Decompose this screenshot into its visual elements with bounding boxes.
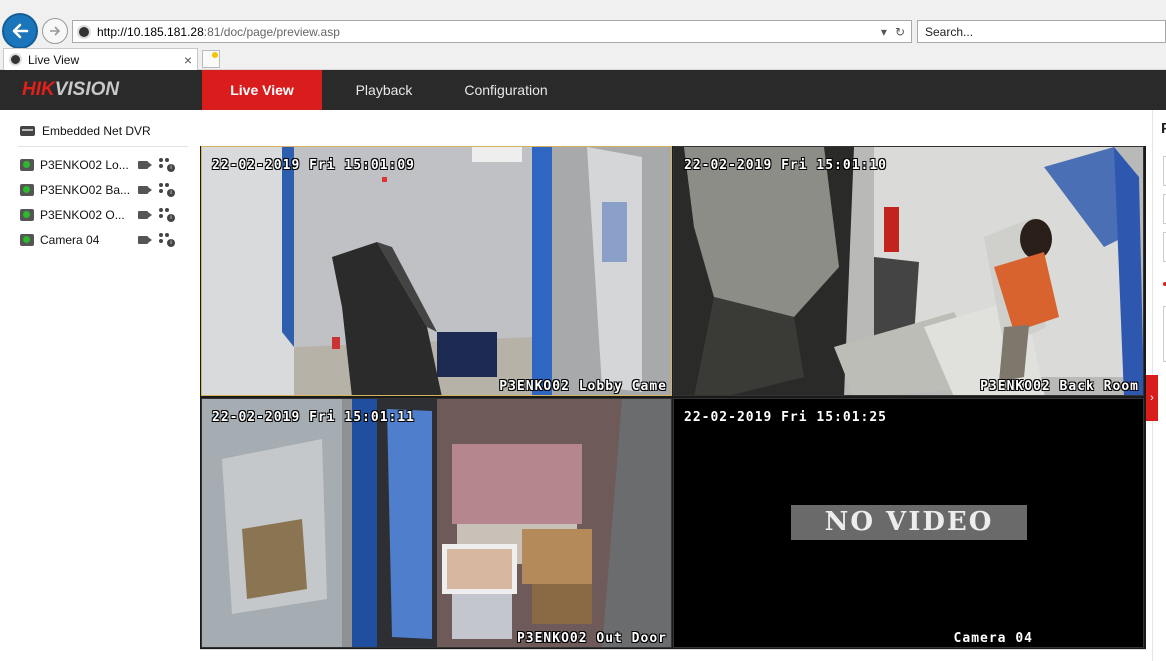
app-header: HIKVISION Live View Playback Configurati… [0,70,1166,110]
record-icon[interactable] [138,235,152,245]
video-window-3[interactable]: 22-02-2019 Fri 15:01:11 P3ENKO02 Out Doo… [201,398,672,648]
camera-item-4[interactable]: Camera 04 i [20,227,180,252]
camera-item-2[interactable]: P3ENKO02 Ba... i [20,177,180,202]
hikvision-logo: HIKVISION [22,79,120,100]
camera-icon [20,158,34,171]
video-window-2[interactable]: 22-02-2019 Fri 15:01:10 P3ENKO02 Back Ro… [673,146,1144,396]
osd-timestamp: 22-02-2019 Fri 15:01:11 [212,410,416,425]
browser-forward-button[interactable] [42,18,68,44]
record-icon[interactable] [138,210,152,220]
panel-divider [18,146,188,147]
main-nav: Live View Playback Configuration [202,70,566,110]
device-node-dvr[interactable]: Embedded Net DVR [20,124,151,138]
browser-chrome: http://10.185.181.28:81/doc/page/preview… [0,0,1166,70]
ptz-info-icon[interactable]: i [159,182,175,197]
video-window-4[interactable]: 22-02-2019 Fri 15:01:25 NO VIDEO Camera … [673,398,1144,648]
arrow-left-icon [12,23,29,39]
camera-list: P3ENKO02 Lo... i P3ENKO02 Ba... i P3ENKO… [20,152,180,252]
osd-timestamp: 22-02-2019 Fri 15:01:09 [212,158,416,173]
dropdown-arrow-icon[interactable]: ▾ [881,25,887,39]
osd-channel-name: P3ENKO02 Out Door [516,631,667,646]
ptz-info-icon[interactable]: i [159,207,175,222]
camera-label: P3ENKO02 O... [40,207,125,222]
camera-feed-back-room [674,147,1143,395]
site-favicon-icon [77,24,91,39]
panel-collapse-button[interactable]: › [1146,375,1158,421]
osd-timestamp: 22-02-2019 Fri 15:01:25 [684,410,888,425]
camera-label: P3ENKO02 Ba... [40,182,131,197]
tab-favicon-icon [9,53,22,66]
new-tab-button[interactable] [202,50,220,68]
camera-item-3[interactable]: P3ENKO02 O... i [20,202,180,227]
ptz-info-icon[interactable]: i [159,232,175,247]
ptz-panel-title: P [1161,120,1166,137]
nav-playback[interactable]: Playback [322,70,446,110]
search-input[interactable]: Search... [917,20,1166,43]
video-window-1[interactable]: 22-02-2019 Fri 15:01:09 P3ENKO02 Lobby C… [201,146,672,396]
close-tab-icon[interactable]: × [184,52,192,68]
browser-tab-live-view[interactable]: Live View × [3,48,198,70]
device-tree-panel: Embedded Net DVR P3ENKO02 Lo... i P3ENKO… [0,110,195,661]
camera-label: Camera 04 [40,232,100,247]
record-icon[interactable] [138,185,152,195]
osd-channel-name: P3ENKO02 Back Room [980,379,1139,394]
live-view-toolbar [200,649,1146,661]
camera-icon [20,183,34,196]
camera-feed-lobby [202,147,671,395]
nav-live-view[interactable]: Live View [202,70,322,110]
osd-timestamp: 22-02-2019 Fri 15:01:10 [684,158,888,173]
osd-channel-name: Camera 04 [953,631,1033,646]
arrow-right-icon [50,26,61,36]
browser-back-button[interactable] [2,13,38,49]
address-url[interactable]: http://10.185.181.28:81/doc/page/preview… [97,25,881,39]
no-video-banner: NO VIDEO [791,505,1027,540]
address-bar[interactable]: http://10.185.181.28:81/doc/page/preview… [72,20,912,43]
nav-configuration[interactable]: Configuration [446,70,566,110]
device-name: Embedded Net DVR [42,124,151,138]
osd-channel-name: P3ENKO02 Lobby Came [499,379,667,394]
camera-feed-out-door [202,399,671,647]
record-icon[interactable] [138,160,152,170]
camera-label: P3ENKO02 Lo... [40,157,129,172]
refresh-icon[interactable]: ↻ [895,25,905,39]
camera-item-1[interactable]: P3ENKO02 Lo... i [20,152,180,177]
ptz-info-icon[interactable]: i [159,157,175,172]
live-view-grid: 22-02-2019 Fri 15:01:09 P3ENKO02 Lobby C… [200,146,1146,649]
camera-icon [20,208,34,221]
camera-icon [20,233,34,246]
dvr-icon [20,126,35,136]
tab-title: Live View [28,52,80,67]
